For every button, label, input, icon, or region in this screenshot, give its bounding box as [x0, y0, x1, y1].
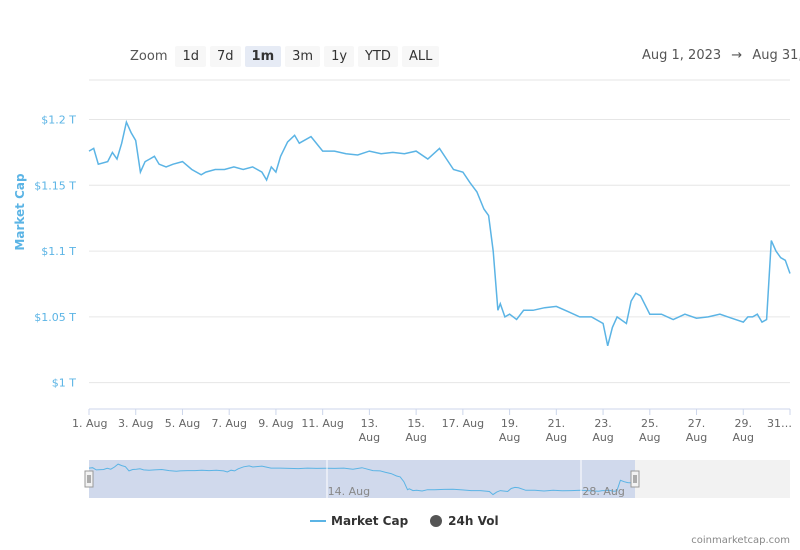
legend-item-24h-vol[interactable]: 24h Vol	[430, 514, 499, 528]
y-tick-label: $1.1 T	[41, 245, 76, 258]
x-tick-label: 3. Aug	[118, 417, 153, 430]
x-tick-label: 27. Aug	[686, 417, 707, 444]
market-cap-chart: $1 T $1.05 T $1.1 T $1.15 T $1.2 T Market Ca…	[13, 79, 792, 498]
x-tick-label: 1. Aug	[72, 417, 107, 430]
x-tick-label: 9. Aug	[258, 417, 293, 430]
x-tick-label: 25. Aug	[639, 417, 660, 444]
x-tick-label: 29. Aug	[733, 417, 754, 444]
legend-label-market-cap: Market Cap	[331, 514, 409, 528]
x-tick-label: 31…	[767, 417, 792, 430]
legend: Market Cap 24h Vol	[310, 514, 521, 528]
x-tick-label: 15. Aug	[405, 417, 426, 444]
navigator-date-label: 14. Aug	[328, 485, 370, 498]
y-axis-title: Market Cap	[13, 173, 27, 251]
x-tick-label: 13. Aug	[359, 417, 380, 444]
x-tick-label: 17. Aug	[442, 417, 484, 430]
market-cap-line	[88, 119, 791, 346]
y-tick-label: $1.2 T	[41, 113, 76, 126]
circle-swatch-icon	[430, 515, 443, 527]
credit-link[interactable]: coinmarketcap.com	[691, 535, 790, 546]
legend-item-market-cap[interactable]: Market Cap	[310, 514, 408, 528]
navigator[interactable]: 14. Aug 28. Aug	[84, 460, 790, 498]
legend-label-24h-vol: 24h Vol	[448, 514, 499, 528]
line-swatch-icon	[310, 520, 326, 522]
y-tick-label: $1 T	[52, 377, 76, 390]
y-axis: $1 T $1.05 T $1.1 T $1.15 T $1.2 T	[34, 113, 76, 389]
x-tick-label: 7. Aug	[211, 417, 246, 430]
x-tick-label: 5. Aug	[165, 417, 200, 430]
y-tick-label: $1.05 T	[34, 311, 76, 324]
navigator-right-handle[interactable]	[630, 470, 640, 488]
y-tick-label: $1.15 T	[34, 179, 76, 192]
gridlines	[89, 79, 790, 384]
x-tick-label: 23. Aug	[592, 417, 613, 444]
navigator-left-handle[interactable]	[84, 470, 94, 488]
x-tick-label: 21. Aug	[546, 417, 567, 444]
x-tick-label: 19. Aug	[499, 417, 520, 444]
navigator-date-label: 28. Aug	[582, 485, 624, 498]
x-tick-label: 11. Aug	[301, 417, 343, 430]
x-axis: 1. Aug 3. Aug 5. Aug 7. Aug 9. Aug 11. Aug 13.…	[72, 409, 792, 444]
